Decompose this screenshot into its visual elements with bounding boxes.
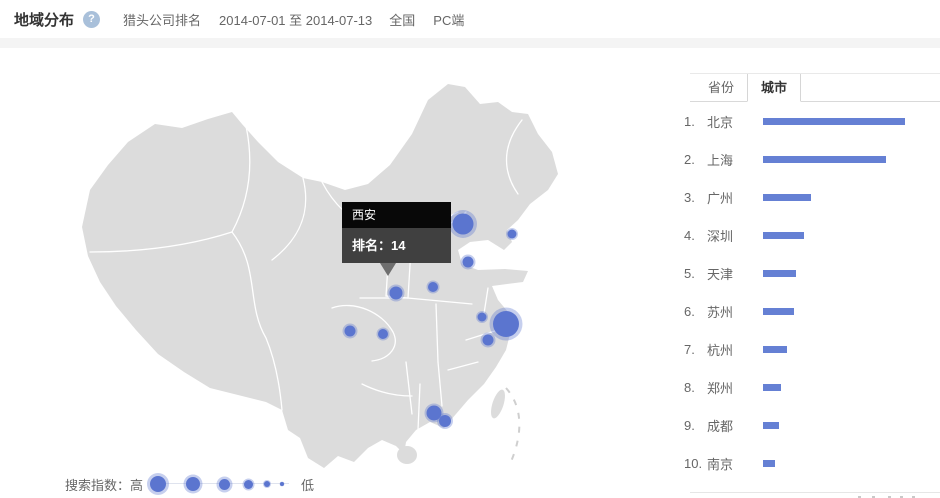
- legend-circle-2: [186, 477, 200, 491]
- tab-province[interactable]: 省份: [695, 74, 747, 101]
- city-ranking-list: 1.北京2.上海3.广州4.深圳5.天津6.苏州7.杭州8.郑州9.成都10.南…: [684, 102, 940, 482]
- city-name: 天津: [707, 264, 763, 283]
- city-name: 郑州: [707, 378, 763, 397]
- city-name: 广州: [707, 188, 763, 207]
- index-bar: [763, 384, 781, 391]
- bubble-9[interactable]: [490, 308, 523, 341]
- tab-city[interactable]: 城市: [747, 74, 801, 102]
- ranking-row[interactable]: 6.苏州: [684, 292, 940, 330]
- tooltip-rank: 排名：14: [342, 228, 451, 263]
- city-name: 南京: [707, 454, 763, 473]
- ranking-row[interactable]: 7.杭州: [684, 330, 940, 368]
- hainan-island: [397, 446, 417, 464]
- tooltip-arrow: [380, 263, 396, 276]
- legend-circle-5: [264, 481, 270, 487]
- index-bar: [763, 118, 905, 125]
- rank-number: 3.: [684, 190, 707, 205]
- legend-circle-6: [280, 482, 284, 486]
- city-name: 苏州: [707, 302, 763, 321]
- rank-number: 10.: [684, 456, 707, 471]
- rank-number: 9.: [684, 418, 707, 433]
- index-bar: [763, 346, 787, 353]
- legend-high-label: 搜索指数：高: [65, 475, 143, 494]
- rank-number: 4.: [684, 228, 707, 243]
- index-bar: [763, 308, 794, 315]
- bubble-10[interactable]: [481, 333, 496, 348]
- ranking-tabs: 省份 城市: [690, 73, 940, 102]
- index-bar: [763, 156, 886, 163]
- ranking-row[interactable]: 4.深圳: [684, 216, 940, 254]
- rank-number: 5.: [684, 266, 707, 281]
- legend-circle-1: [150, 476, 166, 492]
- legend-circle-3: [219, 479, 230, 490]
- header: 地域分布 ? 猎头公司排名 2014-07-01 至 2014-07-13 全国…: [0, 0, 940, 38]
- bubble-4[interactable]: [427, 281, 440, 294]
- map-tooltip: 西安 排名：14: [342, 202, 451, 263]
- city-name: 深圳: [707, 226, 763, 245]
- ranking-row[interactable]: 2.上海: [684, 140, 940, 178]
- bubble-7[interactable]: [377, 328, 390, 341]
- index-bar: [763, 460, 775, 467]
- rank-number: 7.: [684, 342, 707, 357]
- help-icon[interactable]: ?: [83, 11, 100, 28]
- rank-number: 1.: [684, 114, 707, 129]
- region-distribution-panel: 地域分布 ? 猎头公司排名 2014-07-01 至 2014-07-13 全国…: [0, 0, 940, 498]
- ranking-row[interactable]: 9.成都: [684, 406, 940, 444]
- nine-dash-line: [506, 388, 519, 464]
- bubble-2[interactable]: [506, 228, 518, 240]
- china-mainland-shape: [82, 84, 558, 468]
- panel-footer-divider: [690, 492, 940, 498]
- index-bar: [763, 194, 811, 201]
- bubble-12[interactable]: [437, 413, 453, 429]
- index-bar: [763, 422, 779, 429]
- tooltip-city: 西安: [342, 202, 451, 228]
- bubble-8[interactable]: [476, 311, 488, 323]
- ranking-row[interactable]: 10.南京: [684, 444, 940, 482]
- ranking-row[interactable]: 5.天津: [684, 254, 940, 292]
- bubble-5-hovered[interactable]: [388, 285, 405, 302]
- city-name: 成都: [707, 416, 763, 435]
- index-bar: [763, 232, 804, 239]
- bubble-3[interactable]: [461, 255, 476, 270]
- legend-circle-4: [244, 480, 253, 489]
- china-map: [60, 62, 660, 482]
- ranking-row[interactable]: 8.郑州: [684, 368, 940, 406]
- page-title: 地域分布: [14, 9, 74, 30]
- taiwan-island: [488, 388, 508, 420]
- city-name: 北京: [707, 112, 763, 131]
- region-filter: 全国: [389, 10, 415, 29]
- bubble-1[interactable]: [449, 210, 477, 238]
- date-range: 2014-07-01 至 2014-07-13: [219, 10, 372, 29]
- legend-low-label: 低: [301, 475, 314, 494]
- search-index-legend: 搜索指数：高 低: [65, 470, 314, 498]
- rank-number: 2.: [684, 152, 707, 167]
- header-divider: [0, 38, 940, 48]
- legend-bubble-scale: [147, 470, 297, 498]
- rank-number: 6.: [684, 304, 707, 319]
- rank-number: 8.: [684, 380, 707, 395]
- platform-filter: PC端: [433, 10, 464, 29]
- ranking-row[interactable]: 3.广州: [684, 178, 940, 216]
- city-name: 上海: [707, 150, 763, 169]
- keyword-label: 猎头公司排名: [123, 10, 201, 29]
- ranking-row[interactable]: 1.北京: [684, 102, 940, 140]
- index-bar: [763, 270, 796, 277]
- city-name: 杭州: [707, 340, 763, 359]
- bubble-6[interactable]: [343, 324, 358, 339]
